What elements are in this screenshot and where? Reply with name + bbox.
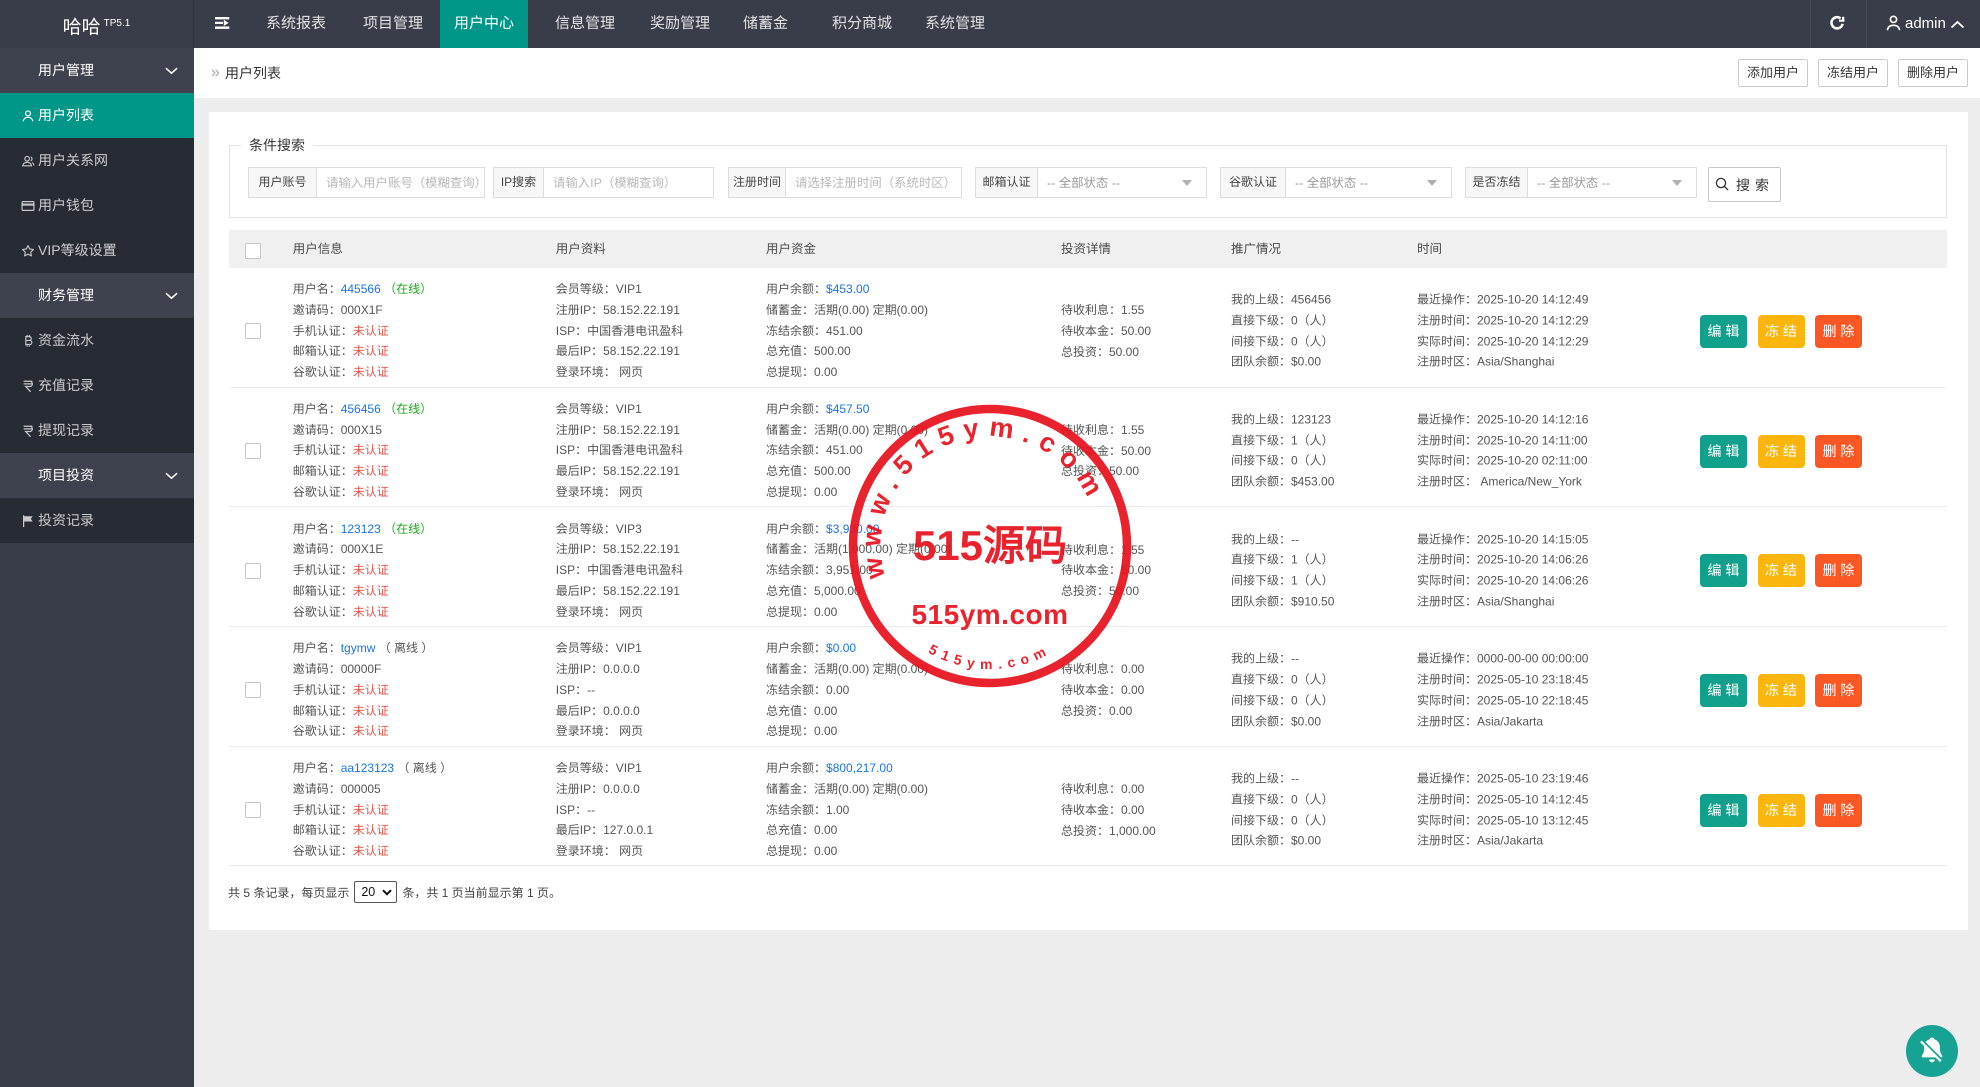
svg-text:515ym.com: 515ym.com [911, 599, 1068, 630]
svg-text:515ym.com: 515ym.com [926, 641, 1053, 672]
svg-text:515源码: 515源码 [913, 522, 1067, 569]
